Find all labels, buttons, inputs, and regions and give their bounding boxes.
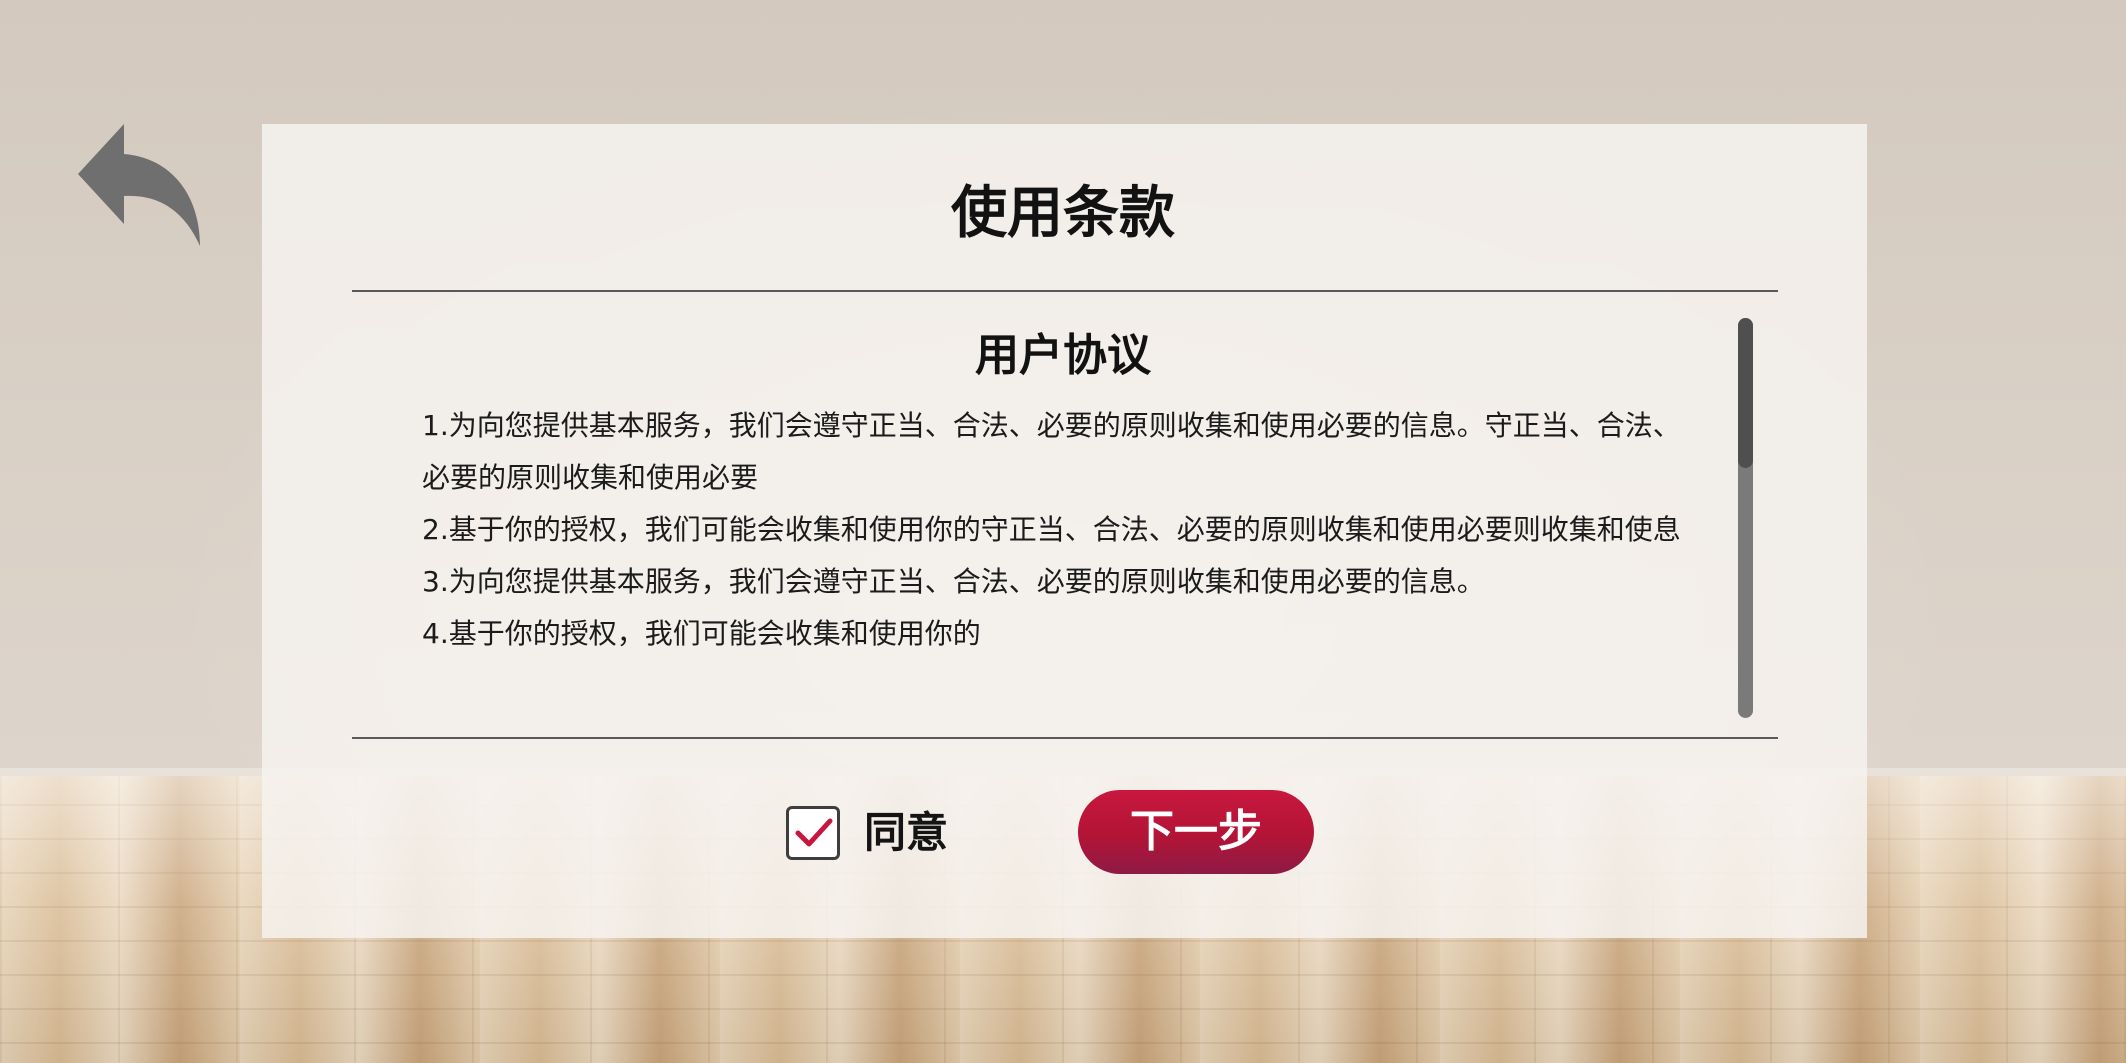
agree-label[interactable]: 同意 [864, 803, 948, 863]
page-title: 使用条款 [951, 181, 1175, 246]
content-divider [352, 737, 1778, 739]
agreement-title: 用户协议 [975, 330, 1151, 381]
agree-checkbox[interactable] [786, 806, 840, 860]
agreement-paragraph: 2.基于你的授权，我们可能会收集和使用你的守正当、合法、必要的原则收集和使用必要… [422, 513, 1681, 546]
agreement-paragraph: 1.为向您提供基本服务，我们会遵守正当、合法、必要的原则收集和使用必要的信息。守… [422, 409, 1681, 494]
next-button[interactable]: 下一步 [1078, 790, 1314, 874]
title-divider [352, 290, 1778, 292]
agreement-paragraph: 4.基于你的授权，我们可能会收集和使用你的 [422, 617, 981, 650]
checkmark-icon [795, 818, 833, 847]
agreement-text-area[interactable]: 1.为向您提供基本服务，我们会遵守正当、合法、必要的原则收集和使用必要的信息。守… [422, 400, 1707, 710]
agreement-paragraph: 3.为向您提供基本服务，我们会遵守正当、合法、必要的原则收集和使用必要的信息。 [422, 565, 1485, 598]
scrollbar-thumb[interactable] [1738, 318, 1753, 468]
